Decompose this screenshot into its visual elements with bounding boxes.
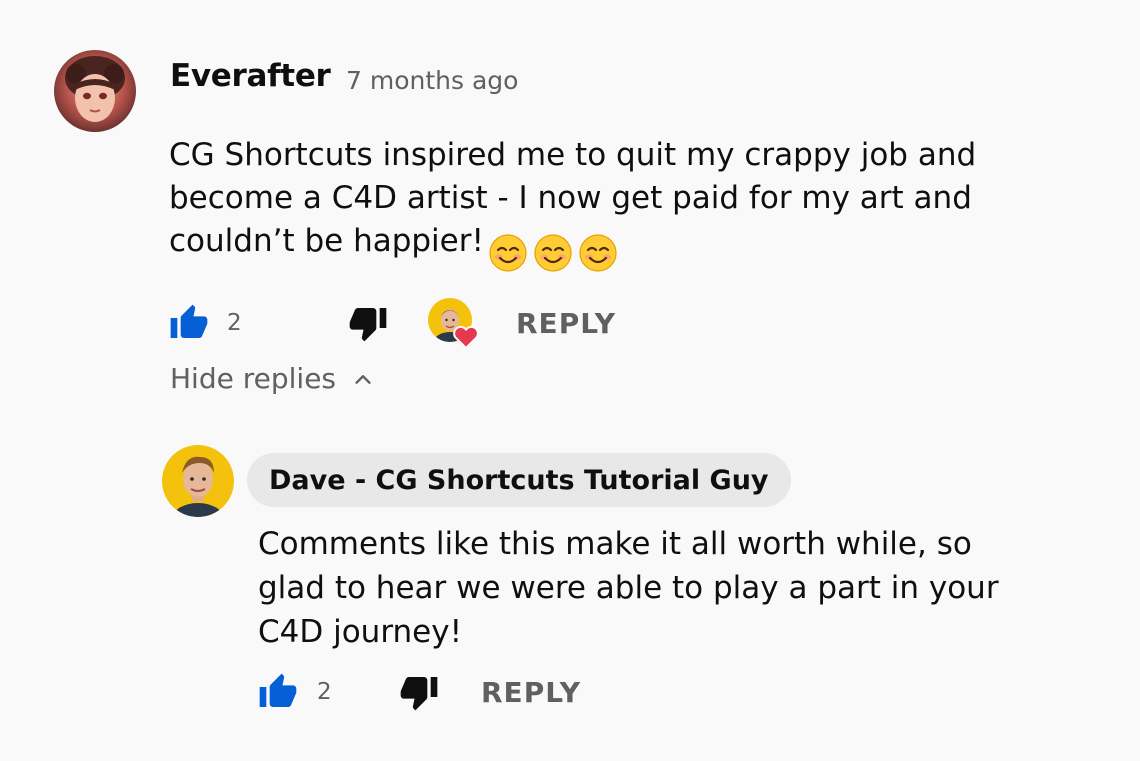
comment-thread: Everafter 7 months ago CG Shortcuts insp… (0, 0, 1140, 761)
thumbs-down-icon (349, 308, 387, 342)
comment-text-line: become a C4D artist - I now get paid for… (169, 180, 972, 216)
smiling-face-emoji-icon (534, 233, 572, 272)
comment-text: CG Shortcuts inspired me to quit my crap… (169, 134, 1069, 273)
reply-text-line: Comments like this make it all worth whi… (258, 526, 972, 562)
dislike-button[interactable] (348, 303, 388, 343)
like-count: 2 (227, 310, 242, 336)
thumbs-up-icon (259, 673, 297, 707)
commenter-avatar[interactable] (54, 50, 136, 132)
comment-timestamp[interactable]: 7 months ago (346, 66, 518, 95)
comment-text-line: CG Shortcuts inspired me to quit my crap… (169, 137, 977, 173)
smiling-face-emoji-icon (489, 233, 527, 272)
thumbs-up-icon (170, 304, 208, 338)
like-count: 2 (317, 679, 332, 705)
smiling-face-emoji-icon (579, 233, 617, 272)
comment-action-bar: 2 REPLY (169, 298, 616, 350)
comment-author[interactable]: Everafter (170, 58, 331, 94)
heart-icon (453, 325, 479, 350)
reply-text-line: C4D journey! (258, 614, 463, 650)
emoji-group (488, 230, 623, 273)
like-button[interactable] (258, 672, 298, 712)
comment-text-last: couldn’t be happier! (169, 223, 484, 259)
reply-author-chip[interactable]: Dave - CG Shortcuts Tutorial Guy (247, 453, 791, 507)
reply-author-avatar[interactable] (162, 445, 234, 517)
like-button[interactable] (169, 303, 209, 343)
reply-button[interactable]: REPLY (516, 307, 616, 340)
reply-button[interactable]: REPLY (481, 676, 581, 709)
reply-action-bar: 2 REPLY (258, 669, 581, 715)
hide-replies-toggle[interactable]: Hide replies (170, 362, 374, 395)
reply-text: Comments like this make it all worth whi… (258, 522, 1108, 654)
thumbs-down-icon (400, 677, 438, 711)
creator-heart-badge[interactable] (428, 298, 479, 350)
comment-text-line: couldn’t be happier! (169, 220, 1069, 273)
hide-replies-label: Hide replies (170, 362, 337, 395)
chevron-up-icon (355, 374, 371, 384)
dislike-button[interactable] (399, 672, 439, 712)
reply-text-line: glad to hear we were able to play a part… (258, 570, 999, 606)
